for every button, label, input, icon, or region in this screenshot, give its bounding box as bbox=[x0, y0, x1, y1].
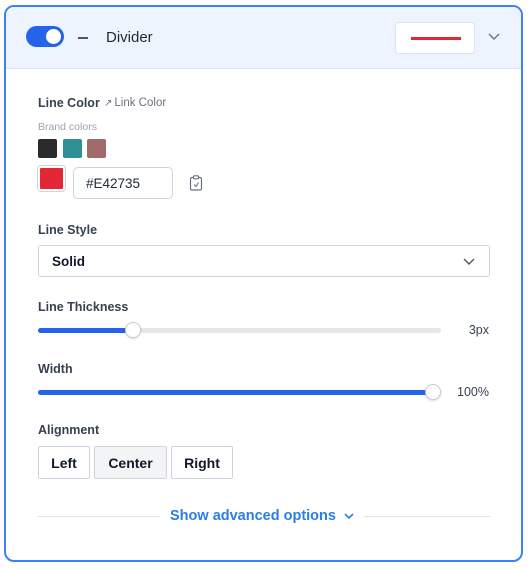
line-color-label: Line Color bbox=[38, 96, 100, 110]
panel-title: Divider bbox=[106, 29, 153, 46]
slider-fill bbox=[38, 328, 133, 333]
slider-thumb[interactable] bbox=[125, 322, 141, 338]
brand-colors-label: Brand colors bbox=[38, 121, 97, 133]
line-thickness-label: Line Thickness bbox=[38, 300, 129, 314]
current-color-swatch[interactable] bbox=[37, 165, 66, 192]
width-slider[interactable] bbox=[38, 384, 441, 400]
brand-swatch-rose[interactable] bbox=[87, 139, 106, 158]
toggle-knob bbox=[46, 29, 61, 44]
width-label: Width bbox=[38, 362, 73, 376]
chevron-down-icon[interactable] bbox=[344, 512, 354, 520]
panel-header: Divider bbox=[6, 7, 521, 69]
align-center-button[interactable]: Center bbox=[94, 446, 167, 479]
line-style-select[interactable]: Solid bbox=[38, 245, 490, 277]
link-color-link[interactable]: ↗ Link Color bbox=[104, 97, 166, 109]
line-thickness-slider[interactable] bbox=[38, 322, 441, 338]
brand-swatch-dark[interactable] bbox=[38, 139, 57, 158]
line-style-label: Line Style bbox=[38, 223, 98, 237]
link-color-label: Link Color bbox=[114, 97, 167, 109]
chevron-down-icon bbox=[463, 258, 475, 265]
width-value: 100% bbox=[457, 385, 489, 399]
line-preview-button[interactable] bbox=[395, 22, 475, 54]
divider-settings-panel: Divider Line Color ↗ Link Color Brand col… bbox=[4, 5, 523, 562]
align-right-button[interactable]: Right bbox=[171, 446, 233, 479]
hex-color-input[interactable] bbox=[73, 167, 173, 199]
slider-thumb[interactable] bbox=[425, 384, 441, 400]
brand-swatch-teal[interactable] bbox=[63, 139, 82, 158]
advanced-divider-left bbox=[38, 516, 160, 517]
line-thickness-value: 3px bbox=[468, 323, 489, 337]
align-left-button[interactable]: Left bbox=[38, 446, 90, 479]
advanced-divider-right bbox=[364, 516, 490, 517]
enable-toggle[interactable] bbox=[26, 26, 64, 47]
chevron-down-icon[interactable] bbox=[488, 31, 500, 41]
paste-clipboard-icon[interactable] bbox=[189, 175, 203, 191]
show-advanced-options-link[interactable]: Show advanced options bbox=[170, 508, 336, 524]
collapse-minus-icon[interactable] bbox=[78, 37, 88, 39]
link-arrow-icon: ↗ bbox=[104, 98, 113, 109]
line-preview-swatch bbox=[411, 37, 461, 40]
alignment-label: Alignment bbox=[38, 423, 100, 437]
line-style-value: Solid bbox=[52, 254, 85, 269]
slider-fill bbox=[38, 390, 433, 395]
